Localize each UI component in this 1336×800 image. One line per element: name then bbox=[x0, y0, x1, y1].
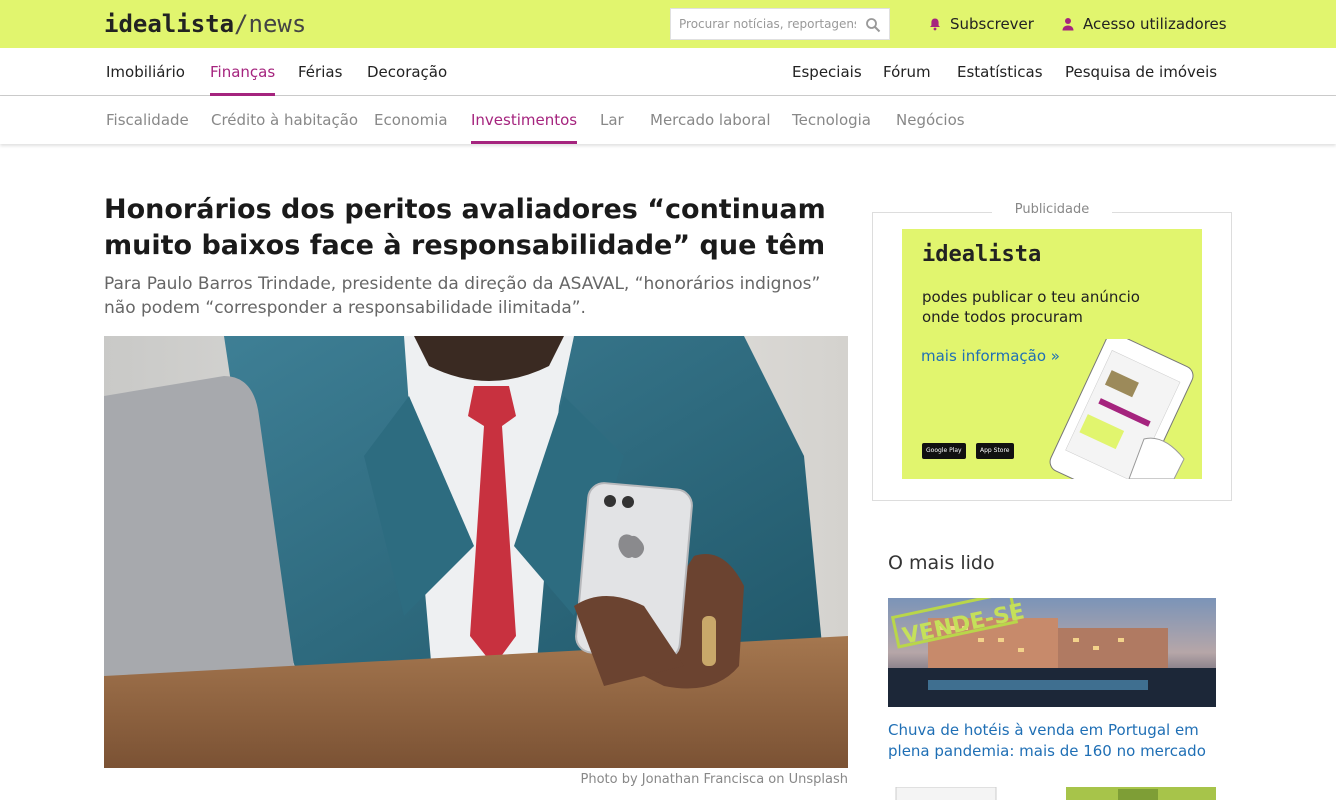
search-icon[interactable] bbox=[865, 17, 881, 33]
most-read-link[interactable]: Chuva de hotéis à venda em Portugal em p… bbox=[888, 720, 1216, 762]
subnav-item-economia[interactable]: Economia bbox=[374, 96, 448, 144]
subnav-item-fiscalidade[interactable]: Fiscalidade bbox=[106, 96, 189, 144]
search-input[interactable] bbox=[671, 9, 856, 39]
bell-icon bbox=[930, 18, 940, 31]
subscribe-link[interactable]: Subscrever bbox=[928, 13, 1034, 35]
most-read-image[interactable]: VENDE-SE bbox=[888, 598, 1216, 707]
ad-label: Publicidade bbox=[992, 202, 1112, 217]
user-icon bbox=[1062, 18, 1074, 31]
subnav-item-credito-habitacao[interactable]: Crédito à habitação bbox=[211, 96, 358, 144]
nav-item-especiais[interactable]: Especiais bbox=[792, 48, 862, 96]
app-store-badge[interactable]: App Store bbox=[976, 443, 1014, 459]
logo-section: news bbox=[248, 10, 307, 38]
logo-brand: idealista bbox=[104, 10, 235, 38]
subnav-item-investimentos[interactable]: Investimentos bbox=[471, 96, 578, 144]
article-headline: Honorários dos peritos avaliadores “cont… bbox=[104, 194, 826, 261]
subnav-item-lar[interactable]: Lar bbox=[600, 96, 624, 144]
article-photo bbox=[104, 336, 848, 768]
most-read-image-2[interactable] bbox=[888, 786, 1216, 800]
subnav-item-mercado-laboral[interactable]: Mercado laboral bbox=[650, 96, 771, 144]
nav-item-forum[interactable]: Fórum bbox=[883, 48, 931, 96]
nav-item-financas[interactable]: Finanças bbox=[210, 48, 276, 96]
subscribe-label: Subscrever bbox=[950, 15, 1034, 33]
site-logo[interactable]: idealista / news bbox=[104, 10, 306, 38]
ad-banner[interactable]: idealista podes publicar o teu anúncio o… bbox=[902, 229, 1202, 479]
subnav-item-negocios[interactable]: Negócios bbox=[896, 96, 965, 144]
ad-text: podes publicar o teu anúncio onde todos … bbox=[922, 288, 1140, 326]
nav-item-estatisticas[interactable]: Estatísticas bbox=[957, 48, 1043, 96]
google-play-badge[interactable]: Google Play bbox=[922, 443, 966, 459]
ad-logo: idealista bbox=[922, 242, 1042, 267]
secondary-nav: Fiscalidade Crédito à habitação Economia… bbox=[0, 96, 1336, 144]
logo-slash: / bbox=[234, 10, 249, 38]
phone-illustration bbox=[1049, 339, 1194, 479]
primary-nav: Imobiliário Finanças Férias Decoração Es… bbox=[0, 48, 1336, 96]
nav-item-decoracao[interactable]: Decoração bbox=[367, 48, 447, 96]
nav-item-imobiliario[interactable]: Imobiliário bbox=[106, 48, 185, 96]
nav-item-ferias[interactable]: Férias bbox=[298, 48, 342, 96]
most-read-title: O mais lido bbox=[888, 552, 995, 574]
top-bar: idealista/news Subscrever Acesso utiliza… bbox=[0, 0, 1336, 48]
login-link[interactable]: Acesso utilizadores bbox=[1061, 13, 1227, 35]
search-box bbox=[670, 8, 890, 40]
photo-credit: Photo by Jonathan Francisca on Unsplash bbox=[580, 772, 848, 787]
article-lead: Para Paulo Barros Trindade, presidente d… bbox=[104, 274, 821, 318]
subnav-item-tecnologia[interactable]: Tecnologia bbox=[792, 96, 871, 144]
login-label: Acesso utilizadores bbox=[1083, 15, 1227, 33]
nav-item-pesquisa-imoveis[interactable]: Pesquisa de imóveis bbox=[1065, 48, 1217, 96]
